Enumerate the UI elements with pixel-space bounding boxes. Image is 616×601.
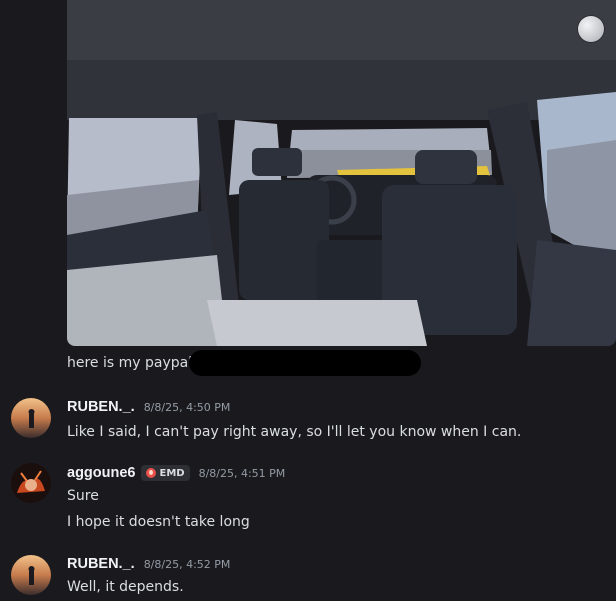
message-text: I hope it doesn't take long: [67, 514, 250, 530]
timestamp[interactable]: 8/8/25, 4:50 PM: [144, 401, 231, 414]
left-rail: [0, 0, 52, 601]
message-text: Like I said, I can't pay right away, so …: [67, 424, 522, 440]
message-continuation-text: here is my paypal: [67, 355, 193, 371]
avatar[interactable]: [11, 398, 51, 438]
redaction-bar: [189, 350, 421, 376]
avatar-thumbnail-icon: [578, 16, 604, 42]
tag-icon: [146, 468, 157, 478]
message-text: Sure: [67, 488, 99, 504]
image-attachment[interactable]: [67, 0, 616, 346]
username[interactable]: RUBEN._.: [67, 556, 135, 572]
username[interactable]: aggoune6: [67, 465, 135, 481]
car-interior-image: [67, 0, 616, 346]
server-tag-badge[interactable]: EMD: [141, 465, 190, 481]
username[interactable]: RUBEN._.: [67, 399, 135, 415]
avatar[interactable]: [11, 555, 51, 595]
timestamp[interactable]: 8/8/25, 4:51 PM: [199, 467, 286, 480]
avatar[interactable]: [11, 463, 51, 503]
tag-label: EMD: [159, 467, 185, 479]
timestamp[interactable]: 8/8/25, 4:52 PM: [144, 558, 231, 571]
message-text: Well, it depends.: [67, 579, 184, 595]
